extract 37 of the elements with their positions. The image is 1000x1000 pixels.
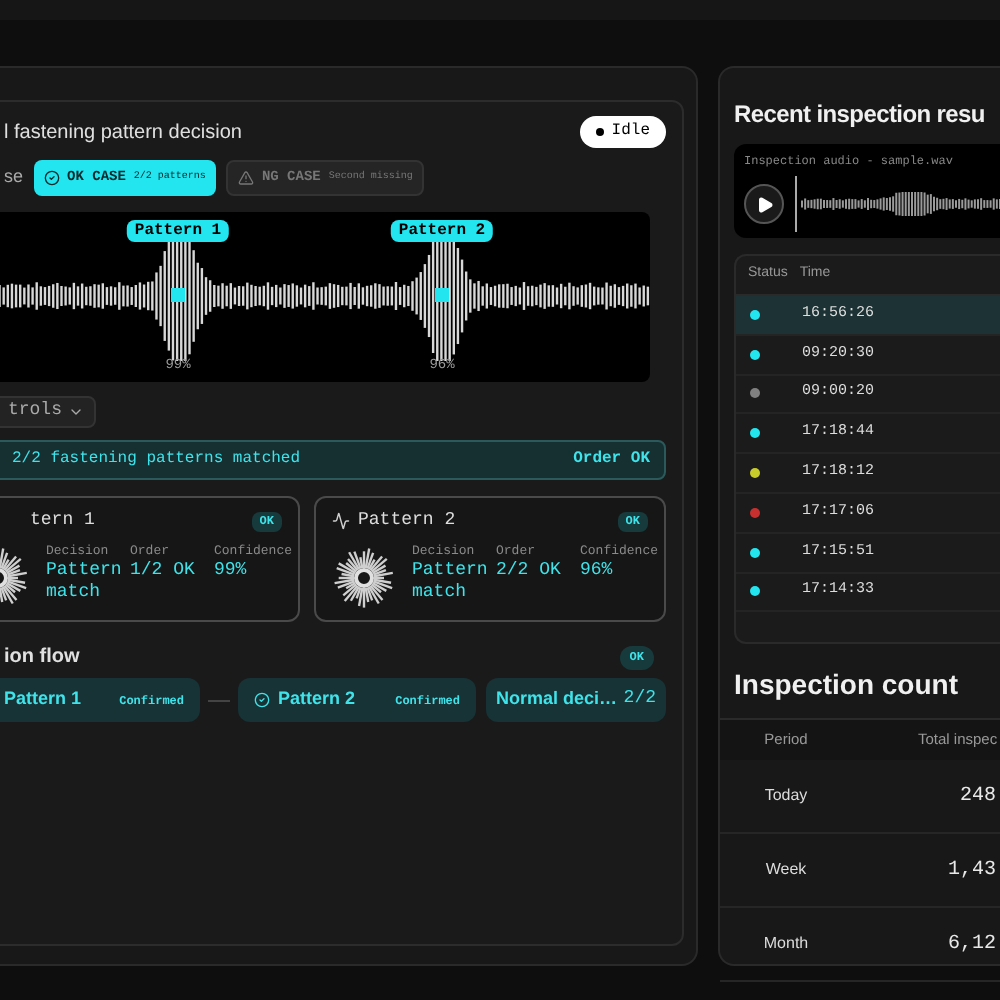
pattern-title: tern 1	[30, 508, 95, 534]
field-value: 2/2 OK	[496, 560, 563, 583]
banner-verdict: Order OK	[573, 448, 650, 472]
step-name: Normal deci…	[496, 686, 618, 713]
field-value: 96%	[580, 560, 615, 583]
chevron-down-icon	[68, 404, 84, 420]
step-name: Pattern 2	[278, 686, 356, 713]
step-status: 2/2	[623, 686, 656, 713]
warning-icon	[237, 170, 254, 186]
field-value: Pattern match	[46, 560, 124, 605]
play-icon	[755, 195, 773, 213]
controls-dropdown[interactable]: trols	[0, 396, 96, 428]
total-cell-text: 248	[957, 783, 996, 811]
pulse-icon	[332, 512, 350, 531]
step-name: Pattern 1	[4, 686, 82, 713]
period-cell-text: Week	[763, 858, 809, 882]
total-cell-text: 6,12	[945, 931, 996, 959]
section-title: Recent inspection resu	[734, 98, 987, 132]
field-value: 1/2 OK	[130, 560, 197, 583]
total-cell-text: 1,43	[945, 857, 996, 885]
check-circle-icon	[43, 170, 60, 186]
case-label: se	[4, 164, 24, 191]
check-circle-icon	[254, 692, 270, 708]
period-cell-text: Today	[762, 784, 810, 808]
status-pill: Idle	[579, 116, 666, 148]
pattern-marker-label: Pattern 2	[390, 220, 494, 242]
banner-message: 2/2 fastening patterns matched	[12, 448, 301, 472]
section-title: Inspection count	[734, 666, 960, 704]
field-value: Pattern match	[412, 560, 490, 605]
play-button[interactable]	[744, 184, 784, 224]
pattern-marker-label: Pattern 1	[126, 220, 230, 242]
panel-title: l fastening pattern decision	[4, 119, 242, 147]
starburst-icon	[332, 545, 396, 609]
period-cell-text: Month	[761, 932, 811, 956]
field-value: 99%	[214, 560, 249, 583]
pattern-title: Pattern 2	[358, 508, 456, 534]
section-title: ion flow	[4, 644, 80, 672]
